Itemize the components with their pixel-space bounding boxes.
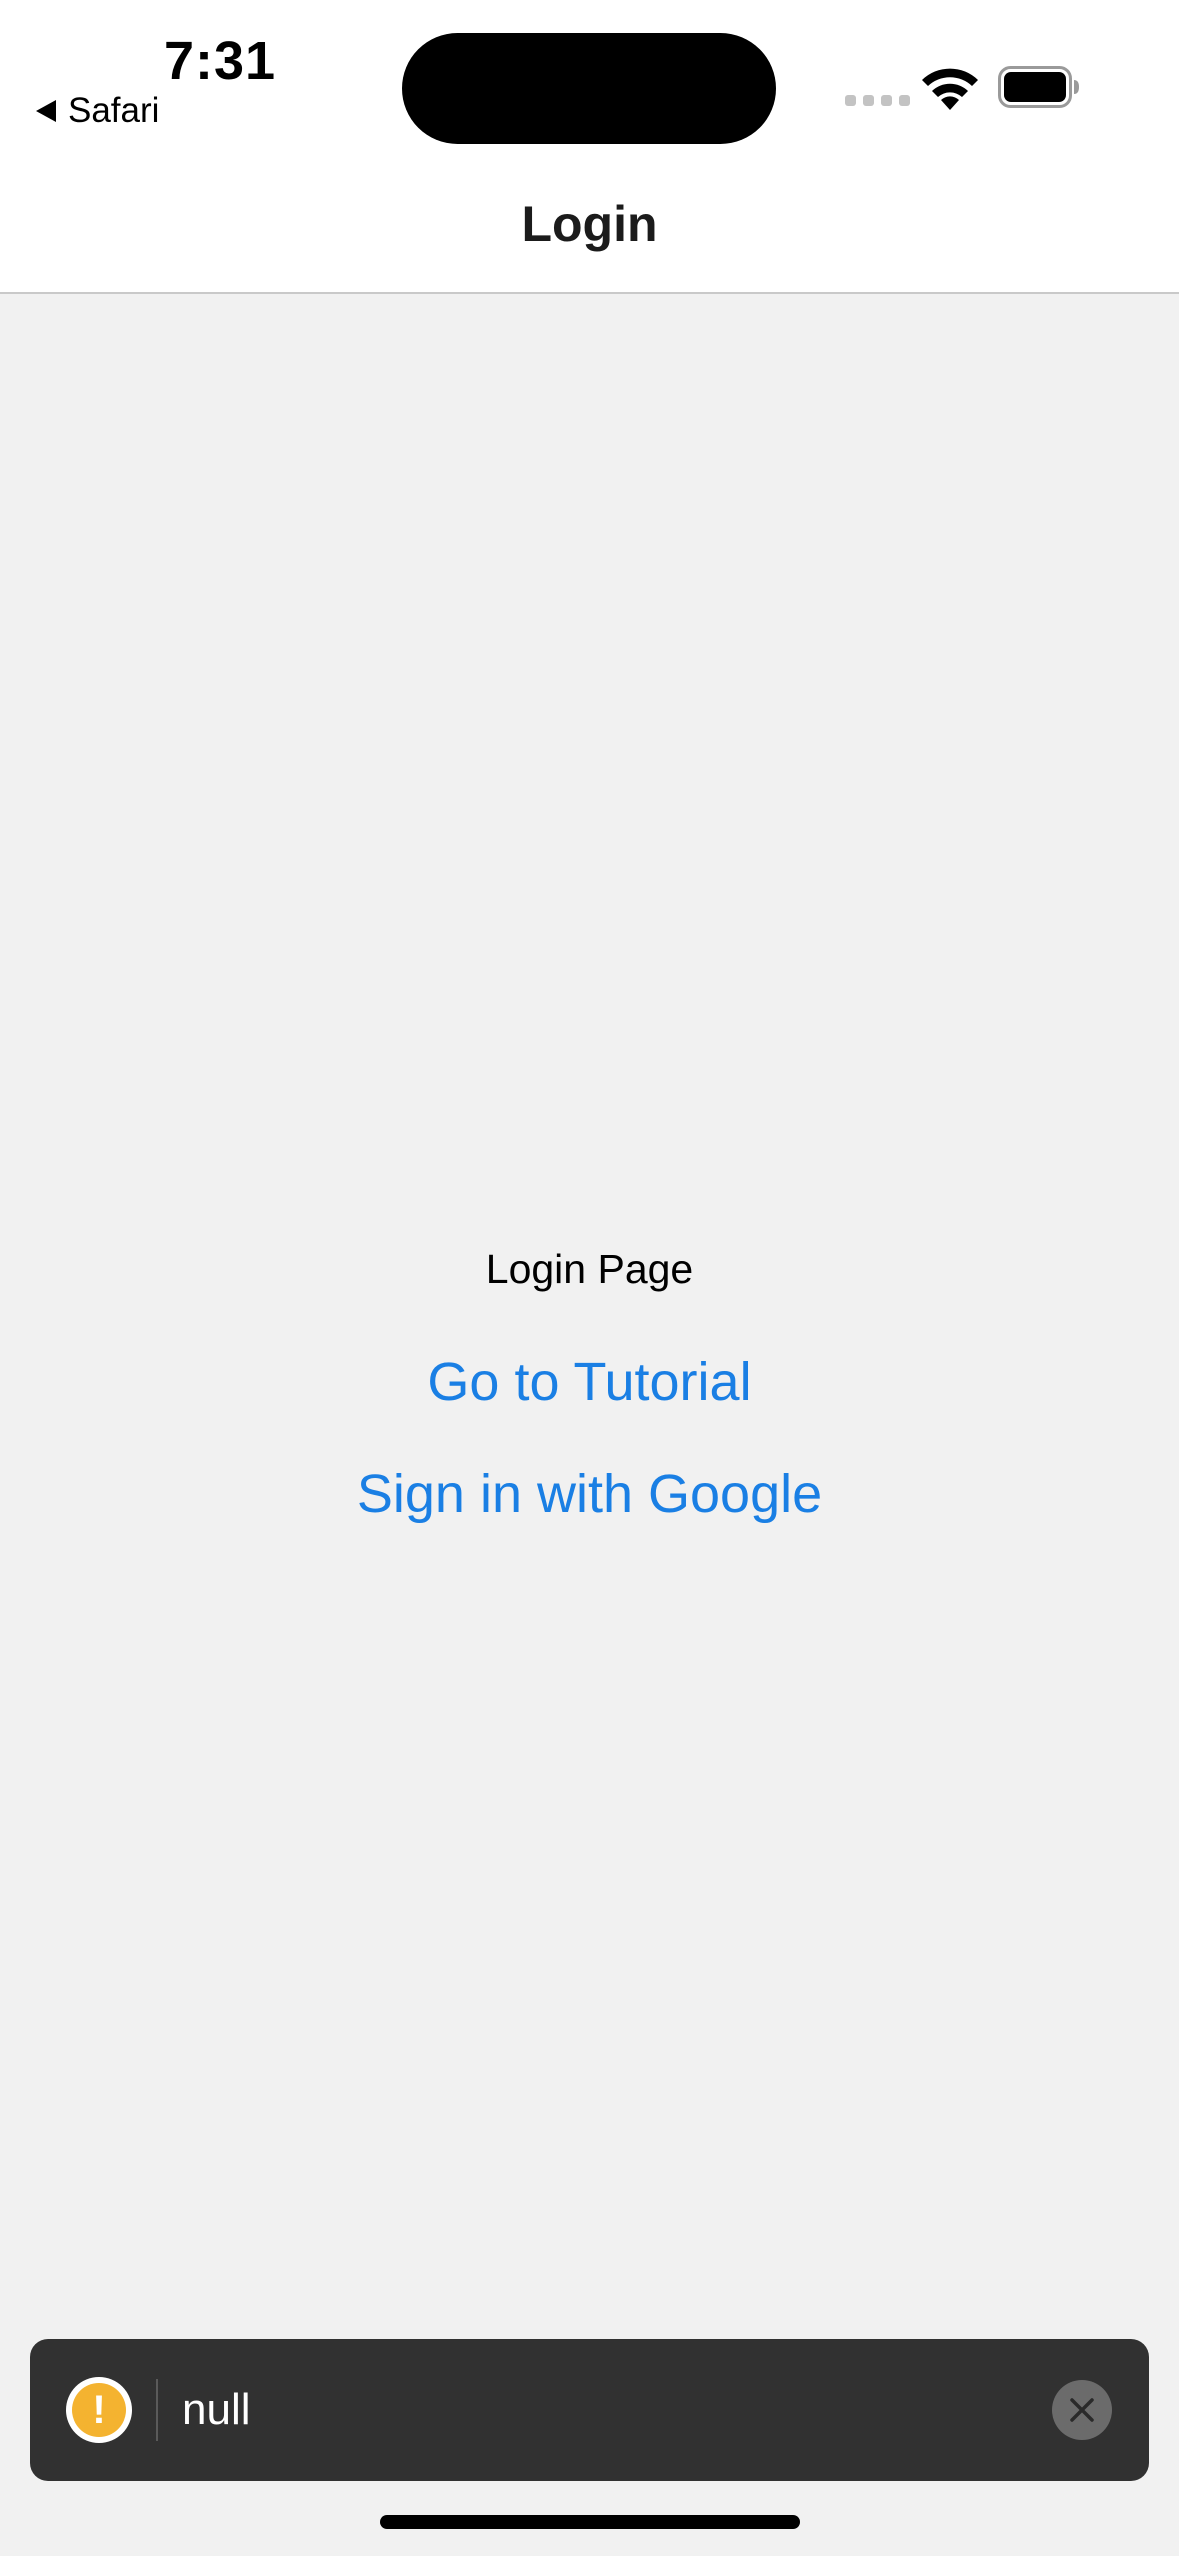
- navigation-bar: Login: [0, 172, 1179, 294]
- sign-in-with-google-button[interactable]: Sign in with Google: [357, 1458, 822, 1530]
- battery-icon: [998, 66, 1079, 108]
- warning-glyph: !: [72, 2383, 126, 2437]
- go-to-tutorial-button[interactable]: Go to Tutorial: [427, 1346, 751, 1418]
- dynamic-island: [402, 33, 776, 144]
- status-time: 7:31: [164, 31, 277, 91]
- login-content: Login Page Go to Tutorial Sign in with G…: [0, 1240, 1179, 1530]
- login-page-label: Login Page: [485, 1246, 694, 1292]
- warning-icon: !: [66, 2377, 132, 2443]
- toast-divider: [156, 2379, 158, 2441]
- toast-message: null: [182, 2385, 251, 2434]
- wifi-icon: [922, 68, 978, 110]
- back-to-safari-button[interactable]: Safari: [36, 88, 159, 134]
- home-indicator[interactable]: [380, 2515, 800, 2529]
- status-bar: 7:31 Safari: [0, 0, 1179, 172]
- back-app-label: Safari: [68, 91, 160, 130]
- cellular-signal-icon: [845, 95, 910, 106]
- back-triangle-icon: [36, 100, 56, 122]
- close-icon: [1070, 2398, 1094, 2422]
- toast-close-button[interactable]: [1052, 2380, 1112, 2440]
- page-title: Login: [521, 196, 658, 252]
- error-toast: ! null: [30, 2339, 1149, 2481]
